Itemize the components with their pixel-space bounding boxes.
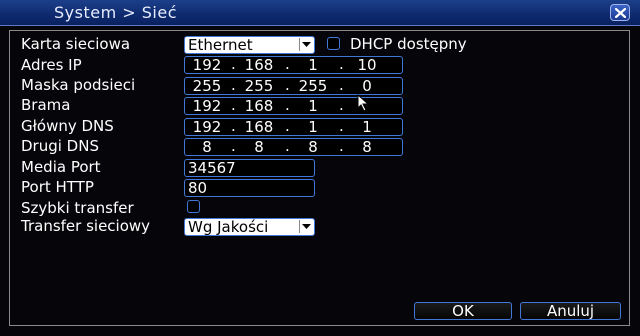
gateway-segment-3[interactable]: 1 — [291, 97, 335, 115]
close-button[interactable] — [610, 4, 630, 21]
mask-segment-2[interactable]: 255 — [237, 77, 281, 95]
settings-panel — [9, 30, 630, 326]
ip-segment-1[interactable]: 192 — [185, 56, 229, 74]
window-title: System > Sieć — [54, 3, 177, 22]
ip-dot: . — [339, 117, 344, 135]
primary-dns-segment-1[interactable]: 192 — [185, 118, 229, 136]
ip-dot: . — [339, 96, 344, 114]
ip-dot: . — [285, 117, 290, 135]
ip-dot: . — [231, 55, 236, 73]
fast-transfer-checkbox[interactable] — [187, 200, 200, 213]
network-card-dropdown-arrow[interactable] — [299, 38, 313, 51]
close-icon — [615, 8, 626, 18]
primary-dns-segment-2[interactable]: 168 — [237, 118, 281, 136]
mask-segment-1[interactable]: 255 — [185, 77, 229, 95]
network-transfer-value: Wg Jakości — [188, 218, 269, 236]
ok-button[interactable]: OK — [414, 302, 512, 320]
primary-dns-segment-3[interactable]: 1 — [291, 118, 335, 136]
mask-segment-4[interactable]: 0 — [345, 77, 389, 95]
subnet-mask-field[interactable]: 255 . 255 . 255 . 0 — [184, 76, 403, 95]
primary-dns-label: Główny DNS — [21, 117, 114, 135]
ip-address-field[interactable]: 192 . 168 . 1 . 10 — [184, 55, 403, 74]
media-port-label: Media Port — [21, 158, 101, 176]
ip-segment-3[interactable]: 1 — [291, 56, 335, 74]
ip-dot: . — [231, 76, 236, 94]
title-bar: System > Sieć — [0, 0, 640, 26]
network-card-select[interactable]: Ethernet — [184, 36, 315, 54]
fast-transfer-label: Szybki transfer — [21, 199, 134, 217]
network-transfer-select[interactable]: Wg Jakości — [184, 218, 315, 236]
dhcp-checkbox[interactable] — [327, 37, 340, 50]
dhcp-label: DHCP dostępny — [350, 35, 467, 53]
gateway-label: Brama — [21, 96, 71, 114]
ip-dot: . — [231, 96, 236, 114]
mouse-cursor-icon — [357, 94, 370, 112]
ip-dot: . — [285, 55, 290, 73]
ip-dot: . — [231, 117, 236, 135]
ip-dot: . — [285, 137, 290, 155]
secondary-dns-segment-2[interactable]: 8 — [237, 138, 281, 156]
mask-segment-3[interactable]: 255 — [291, 77, 335, 95]
gateway-segment-2[interactable]: 168 — [237, 97, 281, 115]
secondary-dns-segment-3[interactable]: 8 — [291, 138, 335, 156]
network-transfer-label: Transfer sieciowy — [21, 217, 151, 235]
media-port-field[interactable]: 34567 — [184, 159, 315, 177]
cancel-button[interactable]: Anuluj — [520, 302, 621, 320]
ip-dot: . — [285, 96, 290, 114]
network-card-value: Ethernet — [188, 36, 253, 54]
subnet-mask-label: Maska podsieci — [21, 76, 136, 94]
secondary-dns-segment-1[interactable]: 8 — [185, 138, 229, 156]
ip-dot: . — [285, 76, 290, 94]
ip-dot: . — [339, 55, 344, 73]
http-port-value: 80 — [188, 179, 208, 197]
primary-dns-field[interactable]: 192 . 168 . 1 . 1 — [184, 117, 403, 136]
secondary-dns-field[interactable]: 8 . 8 . 8 . 8 — [184, 137, 403, 156]
gateway-segment-1[interactable]: 192 — [185, 97, 229, 115]
chevron-down-icon — [302, 224, 311, 229]
ip-address-label: Adres IP — [21, 56, 82, 74]
ip-segment-2[interactable]: 168 — [237, 56, 281, 74]
ip-dot: . — [339, 76, 344, 94]
media-port-value: 34567 — [188, 159, 236, 177]
http-port-field[interactable]: 80 — [184, 179, 315, 197]
network-settings-window: System > Sieć Karta sieciowa Ethernet DH… — [0, 0, 640, 336]
network-transfer-dropdown-arrow[interactable] — [299, 220, 313, 233]
chevron-down-icon — [302, 42, 311, 47]
ip-dot: . — [231, 137, 236, 155]
primary-dns-segment-4[interactable]: 1 — [345, 118, 389, 136]
secondary-dns-label: Drugi DNS — [21, 137, 99, 155]
network-card-label: Karta sieciowa — [21, 35, 131, 53]
secondary-dns-segment-4[interactable]: 8 — [345, 138, 389, 156]
ip-dot: . — [339, 137, 344, 155]
http-port-label: Port HTTP — [21, 178, 94, 196]
ip-segment-4[interactable]: 10 — [345, 56, 389, 74]
